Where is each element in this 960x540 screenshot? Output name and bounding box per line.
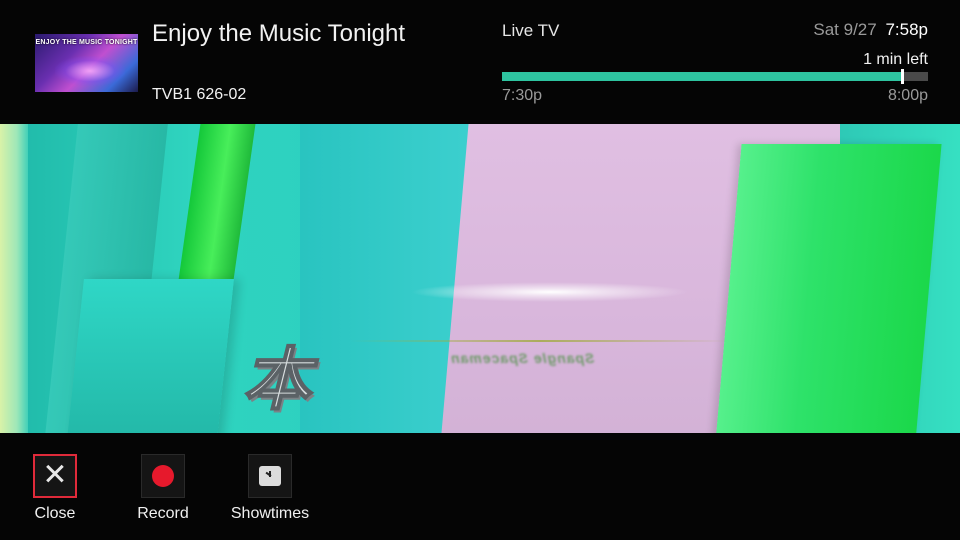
thumbnail-text: ENJOY THE MUSIC TONIGHT [35, 39, 138, 46]
video-player[interactable]: 本 Spangle Spaceman [0, 124, 960, 433]
progress-fill [502, 72, 903, 81]
showtimes-button[interactable]: Showtimes [215, 454, 325, 523]
program-title: Enjoy the Music Tonight [152, 20, 406, 47]
program-end-time: 8:00p [887, 87, 928, 104]
thumbnail-glow [55, 56, 125, 86]
live-tv-label: Live TV [502, 21, 560, 40]
current-time: 7:58p [885, 20, 928, 39]
progress-marker [901, 69, 905, 84]
time-left: 1 min left [863, 51, 928, 68]
video-shape [0, 124, 28, 433]
video-shape [66, 279, 234, 433]
video-line [350, 340, 730, 342]
clock-icon [259, 466, 281, 486]
program-thumbnail: ENJOY THE MUSIC TONIGHT [35, 34, 138, 92]
program-start-time: 7:30p [502, 87, 543, 104]
current-date: Sat 9/27 [813, 20, 877, 39]
record-icon [152, 465, 174, 487]
light-flare [410, 282, 690, 302]
record-button[interactable]: Record [108, 454, 218, 523]
record-label: Record [137, 505, 189, 522]
channel-info: TVB1 626-02 [152, 86, 247, 103]
video-overlay-text: Spangle Spaceman [450, 350, 595, 366]
close-button[interactable]: ✕ Close [0, 454, 110, 523]
close-label: Close [34, 505, 76, 522]
showtimes-label: Showtimes [230, 505, 310, 522]
close-icon: ✕ [42, 458, 68, 492]
date-time: Sat 9/27 7:58p [813, 20, 928, 40]
program-progress-bar [502, 69, 928, 84]
info-bar: ENJOY THE MUSIC TONIGHT Enjoy the Music … [0, 0, 960, 124]
close-icon-box: ✕ [33, 454, 77, 498]
live-tv-screen: ENJOY THE MUSIC TONIGHT Enjoy the Music … [0, 0, 960, 540]
record-icon-box [141, 454, 185, 498]
video-shape [714, 144, 942, 433]
showtimes-icon-box [248, 454, 292, 498]
action-bar: ✕ Close Record Showtimes [0, 433, 960, 540]
